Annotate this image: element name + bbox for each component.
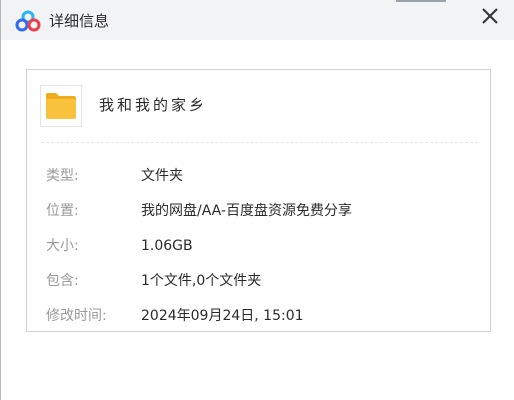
type-value: 文件夹 bbox=[141, 168, 183, 184]
modified-time-label: 修改时间: bbox=[46, 308, 107, 324]
window-title: 详细信息 bbox=[49, 12, 110, 30]
folder-thumbnail bbox=[40, 85, 82, 127]
title-bar[interactable]: 详细信息 bbox=[1, 0, 514, 40]
close-button[interactable] bbox=[478, 4, 502, 28]
size-value: 1.06GB bbox=[141, 238, 193, 254]
close-icon bbox=[482, 8, 498, 24]
folder-icon bbox=[46, 93, 76, 119]
contains-value: 1个文件,0个文件夹 bbox=[141, 273, 262, 289]
type-label: 类型: bbox=[46, 168, 79, 184]
modified-time-value: 2024年09月24日, 15:01 bbox=[141, 308, 304, 324]
baidu-netdisk-logo-icon bbox=[15, 10, 41, 32]
location-value: 我的网盘/AA-百度盘资源免费分享 bbox=[141, 203, 353, 219]
details-panel: 我和我的家乡 类型: 文件夹 位置: 我的网盘/AA-百度盘资源免费分享 大小:… bbox=[26, 69, 491, 332]
divider bbox=[41, 142, 478, 143]
size-label: 大小: bbox=[46, 238, 79, 254]
top-edge-fragment bbox=[396, 0, 446, 2]
details-window: 详细信息 我和我的家乡 类型: 文件夹 位置: 我的网盘/AA-百度盘资源免费分… bbox=[0, 0, 514, 400]
contains-label: 包含: bbox=[46, 273, 79, 289]
folder-name: 我和我的家乡 bbox=[99, 96, 208, 114]
location-label: 位置: bbox=[46, 203, 79, 219]
